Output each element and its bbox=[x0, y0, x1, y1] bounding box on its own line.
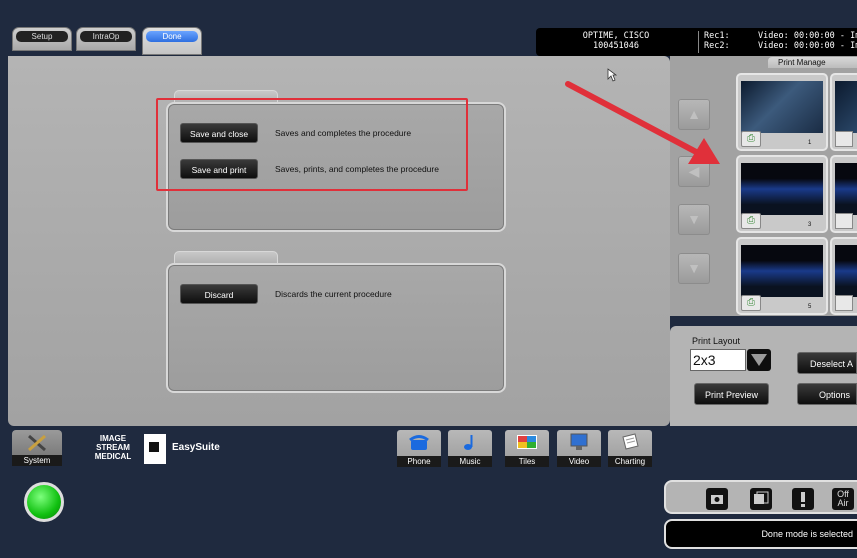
deselect-all-button[interactable]: Deselect A bbox=[797, 352, 857, 374]
rec2-value: Video: 00:00:00 - Ima bbox=[758, 41, 857, 51]
status-light bbox=[24, 482, 64, 522]
camera-icon bbox=[711, 495, 723, 504]
thumbnail-number: 1 bbox=[808, 140, 812, 146]
monitor-icon bbox=[570, 433, 588, 450]
rec2-label: Rec2: bbox=[704, 41, 730, 51]
tiles-button[interactable]: Tiles bbox=[505, 430, 549, 467]
image-stream-logo: IMAGE STREAM MEDICAL EasySuite bbox=[68, 430, 228, 468]
discard-group bbox=[166, 263, 506, 393]
thumbnail-number: 3 bbox=[808, 222, 812, 228]
print-thumbnail-partial[interactable] bbox=[830, 237, 857, 315]
tab-setup-label: Setup bbox=[16, 31, 68, 42]
print-thumbnail-partial[interactable] bbox=[830, 155, 857, 233]
header-divider bbox=[698, 31, 699, 53]
chevron-down-icon bbox=[751, 354, 767, 366]
phone-icon bbox=[409, 435, 429, 450]
print-layout-label: Print Layout bbox=[692, 336, 741, 346]
recorder-values: Video: 00:00:00 - Ima Video: 00:00:00 - … bbox=[758, 31, 857, 51]
easysuite-logo: EasySuite bbox=[172, 442, 220, 453]
print-thumbnail[interactable]: ⎙ 3 bbox=[736, 155, 828, 233]
thumbnail-image bbox=[835, 81, 857, 133]
patient-info: OPTIME, CISCO 100451046 bbox=[536, 31, 696, 51]
music-note-icon bbox=[464, 435, 473, 450]
print-layout-panel: Print Layout bbox=[670, 326, 857, 426]
charting-button[interactable]: Charting bbox=[608, 430, 652, 467]
charting-icon bbox=[622, 433, 639, 450]
charting-label: Charting bbox=[608, 456, 652, 467]
thumbnail-image bbox=[741, 245, 823, 297]
printer-icon[interactable] bbox=[835, 131, 853, 147]
music-label: Music bbox=[448, 456, 492, 467]
gallery-icon bbox=[754, 491, 769, 504]
printer-icon[interactable]: ⎙ bbox=[741, 131, 761, 147]
patient-id: 100451046 bbox=[592, 41, 640, 51]
quick-tools-panel: Off Air bbox=[664, 480, 857, 514]
arrow-bottom-icon: ▼ bbox=[687, 260, 701, 276]
tab-intraop-label: IntraOp bbox=[80, 31, 132, 42]
snapshot-button[interactable] bbox=[750, 488, 772, 510]
print-manager-title: Print Manage bbox=[768, 57, 857, 68]
thumbnail-image bbox=[741, 81, 823, 133]
video-label: Video bbox=[557, 456, 601, 467]
thumbnail-image bbox=[835, 245, 857, 297]
printer-icon[interactable] bbox=[835, 295, 853, 311]
mouse-cursor-icon bbox=[607, 68, 617, 82]
recorder-labels: Rec1: Rec2: bbox=[704, 31, 730, 51]
tiles-icon bbox=[517, 435, 537, 449]
thumbnail-number: 5 bbox=[808, 304, 812, 310]
printer-icon[interactable] bbox=[835, 213, 853, 229]
tab-intraop[interactable]: IntraOp bbox=[76, 27, 136, 51]
alert-button[interactable] bbox=[792, 488, 814, 510]
thumbnail-image bbox=[835, 163, 857, 215]
highlight-box bbox=[156, 98, 468, 191]
phone-button[interactable]: Phone bbox=[397, 430, 441, 467]
print-thumbnail[interactable]: ⎙ 1 bbox=[736, 73, 828, 151]
discard-button[interactable]: Discard bbox=[180, 284, 258, 304]
annotation-arrow bbox=[565, 81, 720, 164]
print-thumbnail-partial[interactable] bbox=[830, 73, 857, 151]
phone-label: Phone bbox=[397, 456, 441, 467]
rec1-label: Rec1: bbox=[704, 31, 730, 41]
tab-setup[interactable]: Setup bbox=[12, 27, 72, 51]
scroll-down-button[interactable]: ▼ bbox=[678, 204, 710, 235]
scroll-bottom-button[interactable]: ▼ bbox=[678, 253, 710, 284]
arrow-down-icon: ▼ bbox=[687, 211, 701, 227]
video-button[interactable]: Video bbox=[557, 430, 601, 467]
logo-text: IMAGE STREAM MEDICAL bbox=[94, 434, 132, 461]
tools-icon bbox=[28, 434, 46, 452]
thumbnail-image bbox=[741, 163, 823, 215]
discard-description: Discards the current procedure bbox=[275, 289, 392, 299]
print-preview-button[interactable]: Print Preview bbox=[694, 383, 769, 405]
tab-done[interactable]: Done bbox=[142, 27, 202, 55]
patient-name: OPTIME, CISCO bbox=[582, 31, 650, 41]
music-button[interactable]: Music bbox=[448, 430, 492, 467]
rec1-value: Video: 00:00:00 - Ima bbox=[758, 31, 857, 41]
camera-button[interactable] bbox=[706, 488, 728, 510]
status-message: Done mode is selected bbox=[664, 519, 857, 549]
options-button[interactable]: Options bbox=[797, 383, 857, 405]
print-thumbnail[interactable]: ⎙ 5 bbox=[736, 237, 828, 315]
tiles-label: Tiles bbox=[505, 456, 549, 467]
patient-header: OPTIME, CISCO 100451046 Rec1: Rec2: Vide… bbox=[536, 28, 857, 56]
tab-done-label: Done bbox=[146, 31, 198, 42]
exclamation-icon bbox=[801, 492, 805, 507]
system-label: System bbox=[12, 455, 62, 466]
system-button[interactable]: System bbox=[12, 430, 62, 466]
off-air-button[interactable]: Off Air bbox=[832, 488, 854, 510]
printer-icon[interactable]: ⎙ bbox=[741, 295, 761, 311]
printer-icon[interactable]: ⎙ bbox=[741, 213, 761, 229]
logo-mark bbox=[144, 434, 166, 464]
print-layout-select[interactable]: 2x3 bbox=[690, 349, 746, 371]
layout-dropdown-button[interactable] bbox=[747, 349, 771, 371]
